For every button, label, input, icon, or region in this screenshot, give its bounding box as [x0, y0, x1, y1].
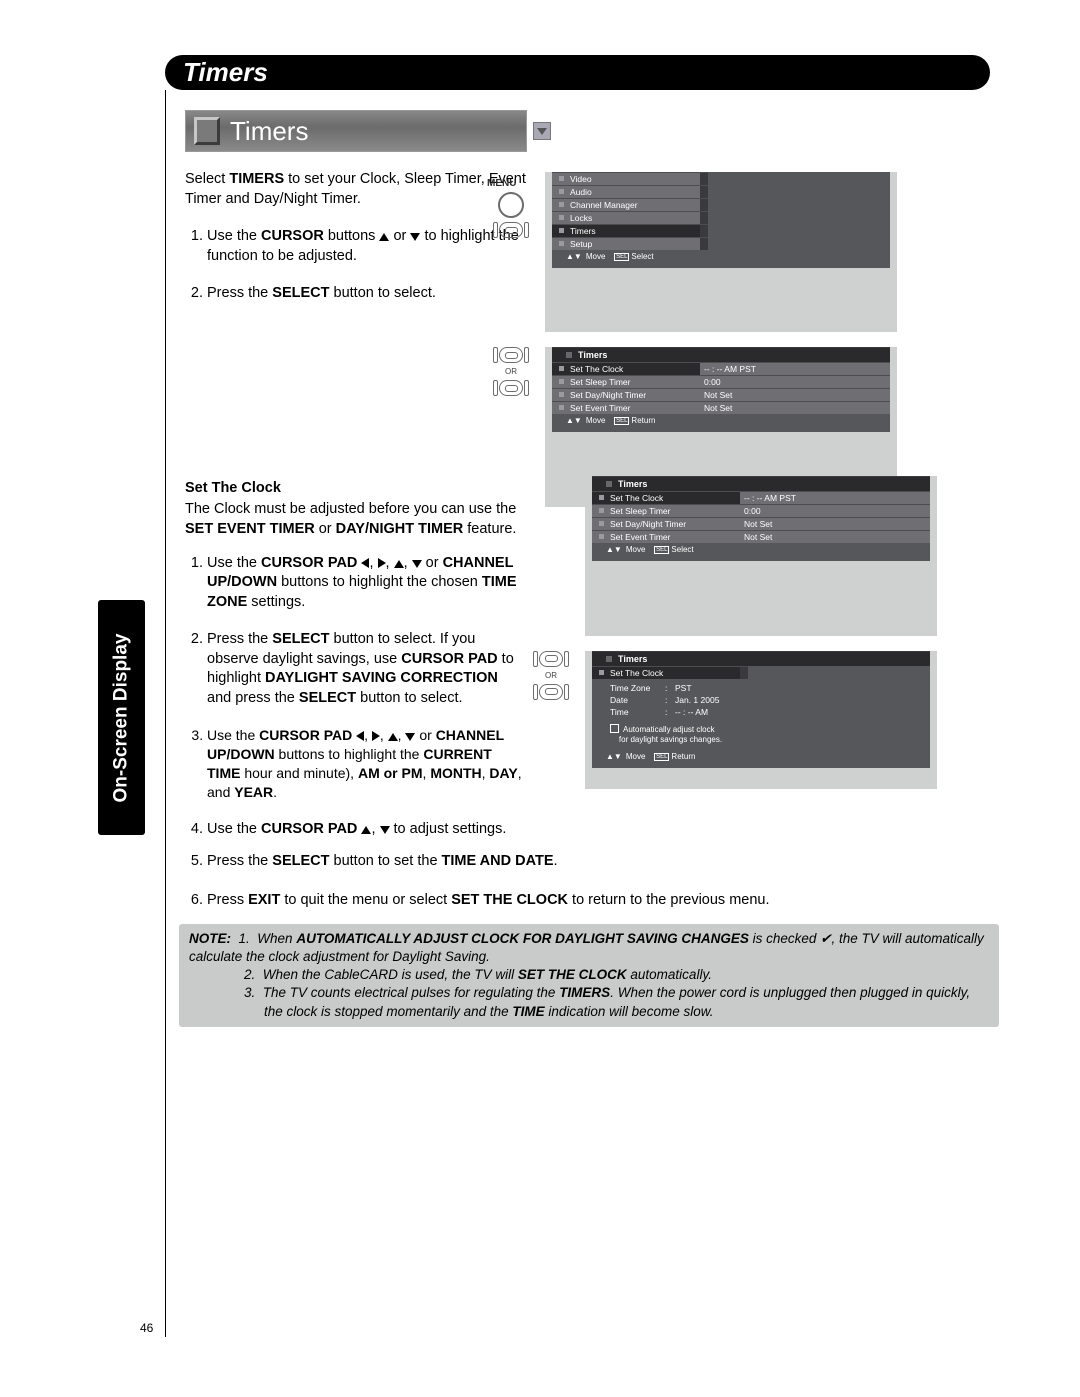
osd-row: Set Day/Night TimerNot Set: [552, 388, 890, 401]
section-tab: On-Screen Display: [98, 600, 145, 835]
set-clock-step-2: Press the SELECT button to select. If yo…: [207, 630, 525, 708]
up-arrow-icon: [361, 826, 371, 834]
osd-nav-hint: ▲▼Move SELReturn: [552, 414, 890, 427]
set-clock-step-1: Use the CURSOR PAD , , , or CHANNEL UP/D…: [207, 554, 525, 613]
set-clock-intro: The Clock must be adjusted before you ca…: [185, 500, 525, 539]
osd-row: Set Event TimerNot Set: [592, 530, 930, 543]
osd-menu-item: Channel Manager: [552, 198, 890, 211]
osd-panel-set-clock: OR Timers Set The Clock Time Zone:PST Da…: [585, 651, 937, 789]
set-clock-step-3: Use the CURSOR PAD , , , or CHANNEL UP/D…: [207, 726, 525, 802]
timers-text-column: Select TIMERS to set your Clock, Sleep T…: [185, 170, 530, 304]
remote-diagram-timers: OR: [493, 347, 529, 396]
banner-dropdown-icon: [533, 122, 551, 140]
right-arrow-icon: [372, 731, 380, 741]
down-arrow-icon: [410, 233, 420, 241]
timers-steps: Use the CURSOR buttons or to highlight t…: [185, 227, 530, 304]
osd-menu-title: Timers: [552, 347, 890, 362]
up-arrow-icon: [379, 233, 389, 241]
osd-row: Set Day/Night TimerNot Set: [592, 517, 930, 530]
note-item-3: 3. The TV counts electrical pulses for r…: [189, 984, 989, 1020]
left-arrow-icon: [361, 558, 369, 568]
page-title: Timers: [183, 57, 268, 88]
set-clock-heading: Set The Clock: [185, 479, 525, 499]
osd-row: Set Sleep Timer0:00: [552, 375, 890, 388]
osd-menu-item-highlighted: Timers: [552, 224, 890, 237]
osd-illustrations-clock: Timers Set The Clock-- : -- AM PST Set S…: [585, 469, 985, 804]
set-clock-step-5: Press the SELECT button to set the TIME …: [207, 852, 997, 872]
osd-panel-menu: MENU Video Audio Channel Manager Locks T…: [545, 172, 897, 332]
down-arrow-icon: [405, 733, 415, 741]
remote-or-label: OR: [545, 671, 557, 680]
down-arrow-icon: [412, 560, 422, 568]
set-clock-step-4: Use the CURSOR PAD , to adjust settings.: [207, 820, 525, 840]
osd-menu-item: Setup: [552, 237, 890, 250]
page-header: Timers: [165, 55, 990, 90]
note-item-1: 1. When AUTOMATICALLY ADJUST CLOCK FOR D…: [189, 931, 984, 964]
note-box: NOTE: 1. When AUTOMATICALLY ADJUST CLOCK…: [179, 924, 999, 1027]
subsection-banner-timers: Timers: [185, 110, 527, 152]
remote-or-label: OR: [505, 367, 517, 376]
osd-nav-hint: ▲▼Move SELReturn: [592, 750, 930, 763]
timers-step-2: Press the SELECT button to select.: [207, 284, 530, 304]
set-clock-text-column: Set The Clock The Clock must be adjusted…: [185, 479, 525, 840]
set-clock-steps-wide: Press the SELECT button to set the TIME …: [185, 852, 997, 911]
osd-nav-hint: ▲▼Move SELSelect: [592, 543, 930, 556]
remote-diagram-clock: OR: [533, 651, 569, 700]
osd-menu-item: Video: [552, 172, 890, 185]
osd-menu-title: Timers: [592, 651, 930, 666]
right-arrow-icon: [378, 558, 386, 568]
osd-panel-timers-2: Timers Set The Clock-- : -- AM PST Set S…: [585, 476, 937, 636]
left-arrow-icon: [356, 731, 364, 741]
note-item-2: 2. When the CableCARD is used, the TV wi…: [189, 966, 989, 984]
osd-detail-body: Time Zone:PST Date:Jan. 1 2005 Time:-- :…: [592, 679, 930, 721]
osd-row: Set The Clock-- : -- AM PST: [552, 362, 890, 375]
banner-square-icon: [194, 117, 220, 145]
osd-row: Set Event TimerNot Set: [552, 401, 890, 414]
down-arrow-icon: [380, 826, 390, 834]
timers-step-1: Use the CURSOR buttons or to highlight t…: [207, 227, 530, 266]
remote-diagram-menu: [493, 192, 529, 238]
set-clock-step-6: Press EXIT to quit the menu or select SE…: [207, 891, 997, 911]
osd-menu-item: Locks: [552, 211, 890, 224]
page-number: 46: [140, 1321, 153, 1335]
up-arrow-icon: [394, 560, 404, 568]
banner-label: Timers: [230, 116, 308, 147]
remote-menu-label: MENU: [487, 178, 516, 189]
note-label: NOTE:: [189, 931, 231, 946]
set-clock-steps: Use the CURSOR PAD , , , or CHANNEL UP/D…: [185, 554, 525, 840]
osd-nav-hint: ▲▼Move SELSelect: [552, 250, 890, 263]
margin-rule: [165, 90, 166, 1337]
osd-auto-adjust-check: Automatically adjust clock for daylight …: [592, 721, 930, 750]
up-arrow-icon: [388, 733, 398, 741]
osd-menu-item: Audio: [552, 185, 890, 198]
section-tab-label: On-Screen Display: [111, 633, 133, 802]
osd-subtitle: Set The Clock: [592, 666, 930, 679]
osd-menu-title: Timers: [592, 476, 930, 491]
timers-intro: Select TIMERS to set your Clock, Sleep T…: [185, 170, 530, 209]
osd-row: Set The Clock-- : -- AM PST: [592, 491, 930, 504]
osd-row: Set Sleep Timer0:00: [592, 504, 930, 517]
